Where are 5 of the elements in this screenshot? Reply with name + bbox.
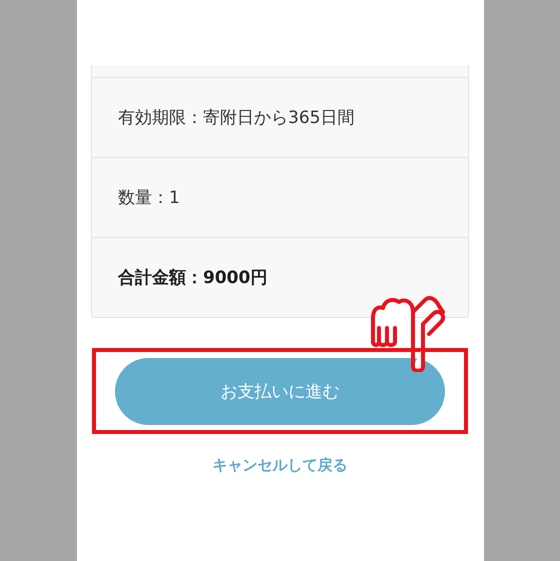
- detail-text: 数量：1: [118, 187, 180, 209]
- detail-text: 有効期限：寄附日から365日間: [118, 107, 354, 129]
- pay-button[interactable]: お支払いに進む: [115, 358, 445, 424]
- total-amount: 合計金額：9000円: [118, 267, 268, 289]
- cancel-link[interactable]: キャンセルして戻る: [212, 456, 348, 475]
